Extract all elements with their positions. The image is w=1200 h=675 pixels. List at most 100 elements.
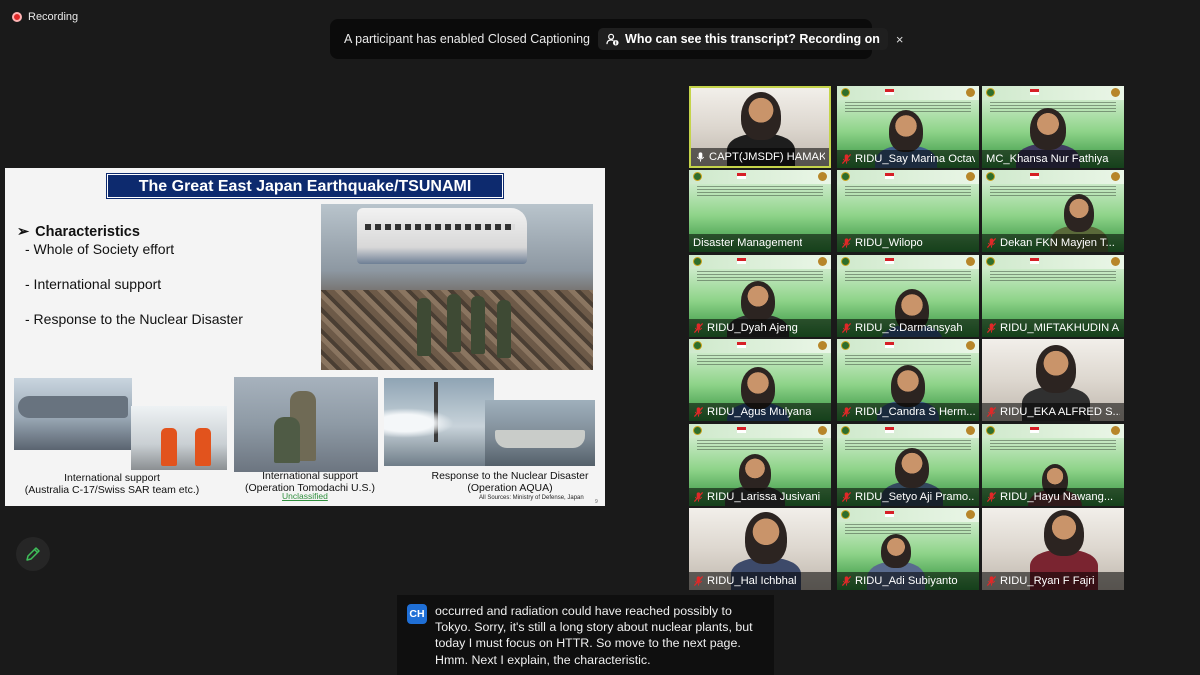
mic-muted-icon: [841, 491, 852, 503]
participant-video: [739, 454, 771, 492]
participant-video: [889, 110, 923, 152]
participant-tile[interactable]: RIDU_Wilopo: [837, 170, 979, 252]
caption-c17-sar: International support (Australia C-17/Sw…: [17, 472, 207, 496]
mic-muted-icon: [693, 575, 704, 587]
participant-name: RIDU_Hayu Nawang...: [1000, 491, 1114, 503]
participant-tile[interactable]: RIDU_EKA ALFRED S...: [982, 339, 1124, 421]
participant-name: CAPT(JMSDF) HAMAK...: [709, 151, 825, 163]
bullet-arrow-icon: ➢: [17, 224, 30, 240]
participant-name-bar: MC_Khansa Nur Fathiya: [982, 150, 1124, 168]
slide-title: The Great East Japan Earthquake/TSUNAMI: [107, 174, 503, 198]
participant-name-bar: RIDU_S.Darmansyah: [837, 319, 979, 337]
participant-name-bar: RIDU_MIFTAKHUDIN A...: [982, 319, 1124, 337]
mic-muted-icon: [841, 575, 852, 587]
tsunami-ship-photo: [321, 204, 593, 370]
mic-muted-icon: [841, 153, 852, 165]
mic-muted-icon: [693, 322, 704, 334]
slide-characteristics: ➢ Characteristics - Whole of Society eff…: [17, 224, 243, 328]
participant-video: [895, 448, 929, 488]
participant-name: RIDU_Ryan F Fajri: [1000, 575, 1095, 587]
participant-video: [1030, 108, 1066, 150]
participant-tile[interactable]: RIDU_Say Marina Octavia: [837, 86, 979, 168]
transcript-text: occurred and radiation could have reache…: [435, 604, 753, 667]
mic-muted-icon: [693, 406, 704, 418]
participant-tile[interactable]: RIDU_Ryan F Fajri: [982, 508, 1124, 590]
participant-name-bar: RIDU_Ryan F Fajri: [982, 572, 1124, 590]
participant-name: RIDU_EKA ALFRED S...: [1000, 406, 1120, 418]
participant-name: RIDU_Setyo Aji Pramo...: [855, 491, 975, 503]
participant-name-bar: Disaster Management: [689, 234, 831, 252]
slide-bullet: - International support: [25, 276, 162, 292]
operation-aqua-boat-photo: [485, 400, 595, 466]
recording-label: Recording: [28, 11, 79, 23]
participant-name-bar: Dekan FKN Mayjen T...: [982, 234, 1124, 252]
participant-tile[interactable]: RIDU_Hayu Nawang...: [982, 424, 1124, 506]
slide-bullet: - Response to the Nuclear Disaster: [25, 311, 243, 327]
participant-name: RIDU_MIFTAKHUDIN A...: [1000, 322, 1120, 334]
sar-team-photo: [131, 406, 227, 470]
participant-name-bar: RIDU_Larissa Jusivani: [689, 488, 831, 506]
live-transcript-bubble: CH occurred and radiation could have rea…: [397, 595, 774, 675]
caption-line: (Australia C-17/Swiss SAR team etc.): [24, 484, 200, 496]
mic-muted-icon: [693, 491, 704, 503]
annotate-button[interactable]: [16, 537, 50, 571]
participant-name-bar: RIDU_Agus Mulyana: [689, 403, 831, 421]
participant-name-bar: RIDU_Candra S Herm...: [837, 403, 979, 421]
participant-name-bar: CAPT(JMSDF) HAMAK...: [691, 148, 829, 166]
participant-name: Dekan FKN Mayjen T...: [1000, 237, 1115, 249]
participant-name: Disaster Management: [693, 237, 803, 249]
mic-muted-icon: [986, 491, 997, 503]
close-icon[interactable]: ×: [896, 32, 904, 47]
participant-name: RIDU_Candra S Herm...: [855, 406, 975, 418]
pencil-icon: [26, 547, 40, 561]
participant-tile[interactable]: RIDU_Hal Ichbhal: [689, 508, 831, 590]
participant-name: MC_Khansa Nur Fathiya: [986, 153, 1109, 165]
participant-tile[interactable]: RIDU_S.Darmansyah: [837, 255, 979, 337]
speaker-avatar: CH: [407, 604, 427, 624]
participant-video: [1064, 194, 1094, 232]
participant-name-bar: RIDU_Setyo Aji Pramo...: [837, 488, 979, 506]
participant-tile[interactable]: RIDU_Adi Subiyanto: [837, 508, 979, 590]
participant-tile[interactable]: MC_Khansa Nur Fathiya: [982, 86, 1124, 168]
participant-name: RIDU_Say Marina Octavia: [855, 153, 975, 165]
mic-muted-icon: [986, 575, 997, 587]
caption-line: International support: [64, 472, 160, 484]
mic-muted-icon: [986, 406, 997, 418]
mic-muted-icon: [841, 237, 852, 249]
unclassified-mark: Unclassified: [282, 491, 328, 501]
participant-name: RIDU_Larissa Jusivani: [707, 491, 821, 503]
participant-name-bar: RIDU_Say Marina Octavia: [837, 150, 979, 168]
participant-video: [741, 92, 781, 140]
participant-video: [745, 512, 787, 564]
participant-video: [881, 534, 911, 568]
recording-indicator[interactable]: Recording: [12, 11, 78, 23]
participant-tile[interactable]: RIDU_Setyo Aji Pramo...: [837, 424, 979, 506]
participant-tile[interactable]: Dekan FKN Mayjen T...: [982, 170, 1124, 252]
participant-name-bar: RIDU_EKA ALFRED S...: [982, 403, 1124, 421]
mic-muted-icon: [841, 406, 852, 418]
characteristics-heading-text: Characteristics: [35, 224, 140, 240]
participant-tile[interactable]: RIDU_Dyah Ajeng: [689, 255, 831, 337]
participant-tile[interactable]: RIDU_MIFTAKHUDIN A...: [982, 255, 1124, 337]
mic-icon: [695, 151, 706, 163]
caption-line: International support: [262, 470, 358, 482]
participant-tile[interactable]: RIDU_Larissa Jusivani: [689, 424, 831, 506]
participant-tile[interactable]: CAPT(JMSDF) HAMAK...: [689, 86, 831, 168]
meeting-window: Recording A participant has enabled Clos…: [0, 0, 1200, 675]
participant-tile[interactable]: RIDU_Candra S Herm...: [837, 339, 979, 421]
participant-video: [1036, 345, 1076, 393]
participant-name-bar: RIDU_Hal Ichbhal: [689, 572, 831, 590]
participant-name: RIDU_Agus Mulyana: [707, 406, 812, 418]
participant-tile[interactable]: Disaster Management: [689, 170, 831, 252]
participant-name: RIDU_Dyah Ajeng: [707, 322, 798, 334]
c17-aircraft-photo: [14, 378, 132, 450]
slide-source: All Sources: Ministry of Defense, Japan: [479, 495, 584, 501]
participant-name-bar: RIDU_Wilopo: [837, 234, 979, 252]
transcript-visibility-button[interactable]: Who can see this transcript? Recording o…: [598, 28, 888, 50]
mic-muted-icon: [986, 322, 997, 334]
participant-video: [1044, 510, 1084, 556]
participant-name: RIDU_S.Darmansyah: [855, 322, 963, 334]
participant-tile[interactable]: RIDU_Agus Mulyana: [689, 339, 831, 421]
participant-name-bar: RIDU_Dyah Ajeng: [689, 319, 831, 337]
banner-message: A participant has enabled Closed Caption…: [344, 32, 591, 46]
